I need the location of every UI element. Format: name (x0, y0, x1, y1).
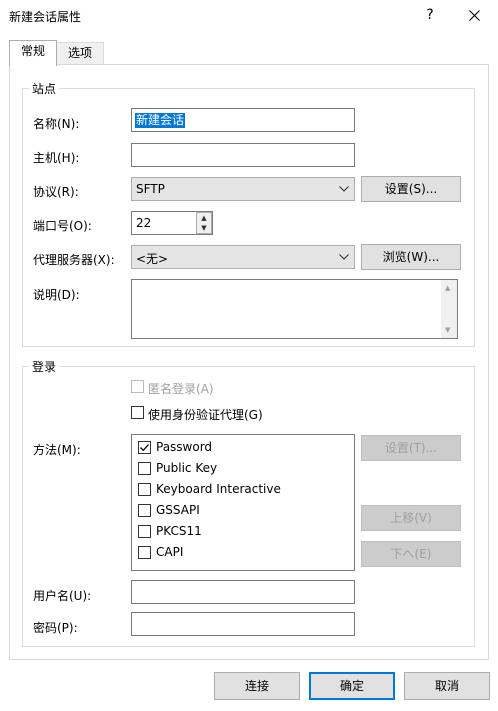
tab-general[interactable]: 常规 (9, 40, 57, 66)
connect-button[interactable]: 连接 (214, 672, 300, 700)
help-button[interactable]: ? (420, 5, 440, 25)
method-item-password[interactable]: Password (138, 440, 348, 461)
proxy-select[interactable]: <无> (131, 245, 355, 269)
method-label: 方法(M): (33, 443, 81, 457)
description-label: 说明(D): (33, 288, 80, 302)
chevron-down-icon (339, 254, 349, 260)
host-label: 主机(H): (33, 151, 80, 165)
port-spinner[interactable]: ▲ ▼ (196, 212, 212, 234)
method-item-capi[interactable]: CAPI (138, 545, 348, 566)
method-item-gssapi[interactable]: GSSAPI (138, 503, 348, 524)
method-item-label: Public Key (156, 461, 218, 475)
description-scrollbar[interactable]: ▲ ▼ (441, 280, 457, 338)
method-settings-button[interactable]: 设置(T)... (361, 435, 461, 461)
protocol-settings-button[interactable]: 设置(S)... (361, 176, 461, 202)
password-label: 密码(P): (33, 621, 78, 635)
cancel-button[interactable]: 取消 (404, 672, 490, 700)
close-button[interactable] (461, 5, 487, 25)
spin-down-icon[interactable]: ▼ (197, 223, 211, 234)
port-label: 端口号(O): (33, 219, 92, 233)
gssapi-checkbox[interactable] (138, 504, 151, 517)
method-item-public-key[interactable]: Public Key (138, 461, 348, 482)
tab-options[interactable]: 选项 (56, 42, 104, 65)
proxy-label: 代理服务器(X): (33, 253, 115, 267)
name-label: 名称(N): (33, 117, 80, 131)
checkmark-icon (140, 444, 149, 452)
auth-agent-checkbox[interactable] (131, 406, 144, 419)
username-label: 用户名(U): (33, 589, 92, 603)
password-input[interactable] (131, 612, 355, 636)
close-icon (468, 10, 480, 21)
anonymous-checkbox[interactable] (131, 380, 144, 393)
site-group-title: 站点 (29, 80, 60, 97)
method-item-label: Keyboard Interactive (156, 482, 281, 496)
auth-agent-label: 使用身份验证代理(G) (148, 408, 263, 422)
scroll-up-icon[interactable]: ▲ (445, 284, 450, 292)
anonymous-label: 匿名登录(A) (148, 382, 214, 396)
username-input[interactable] (131, 580, 355, 604)
proxy-select-value: <无> (136, 252, 169, 266)
method-item-label: CAPI (156, 545, 184, 559)
move-down-button[interactable]: 下へ(E) (361, 541, 461, 567)
method-item-label: Password (156, 440, 213, 454)
public-key-checkbox[interactable] (138, 462, 151, 475)
protocol-select[interactable]: SFTP (131, 177, 355, 201)
ok-button[interactable]: 确定 (309, 672, 395, 700)
method-list[interactable]: Password Public Key Keyboard Interactive… (131, 434, 355, 571)
move-up-button[interactable]: 上移(V) (361, 505, 461, 531)
proxy-browse-button[interactable]: 浏览(W)... (361, 244, 461, 270)
method-item-keyboard-interactive[interactable]: Keyboard Interactive (138, 482, 348, 503)
method-item-label: GSSAPI (156, 503, 200, 517)
title-bar: 新建会话属性 ? (0, 0, 498, 32)
login-group-title: 登录 (29, 358, 60, 375)
password-checkbox[interactable] (138, 441, 151, 454)
protocol-select-value: SFTP (136, 182, 165, 196)
pkcs11-checkbox[interactable] (138, 525, 151, 538)
capi-checkbox[interactable] (138, 546, 151, 559)
window-title: 新建会话属性 (9, 10, 82, 24)
name-input[interactable]: 新建会话 (131, 108, 355, 132)
port-input-value: 22 (136, 216, 152, 230)
keyboard-interactive-checkbox[interactable] (138, 483, 151, 496)
chevron-down-icon (339, 186, 349, 192)
method-item-pkcs11[interactable]: PKCS11 (138, 524, 348, 545)
protocol-label: 协议(R): (33, 185, 79, 199)
host-input[interactable] (131, 143, 355, 167)
scroll-down-icon[interactable]: ▼ (445, 326, 450, 334)
method-item-label: PKCS11 (156, 524, 202, 538)
description-textarea[interactable]: ▲ ▼ (131, 279, 458, 339)
name-input-value: 新建会话 (135, 113, 186, 128)
